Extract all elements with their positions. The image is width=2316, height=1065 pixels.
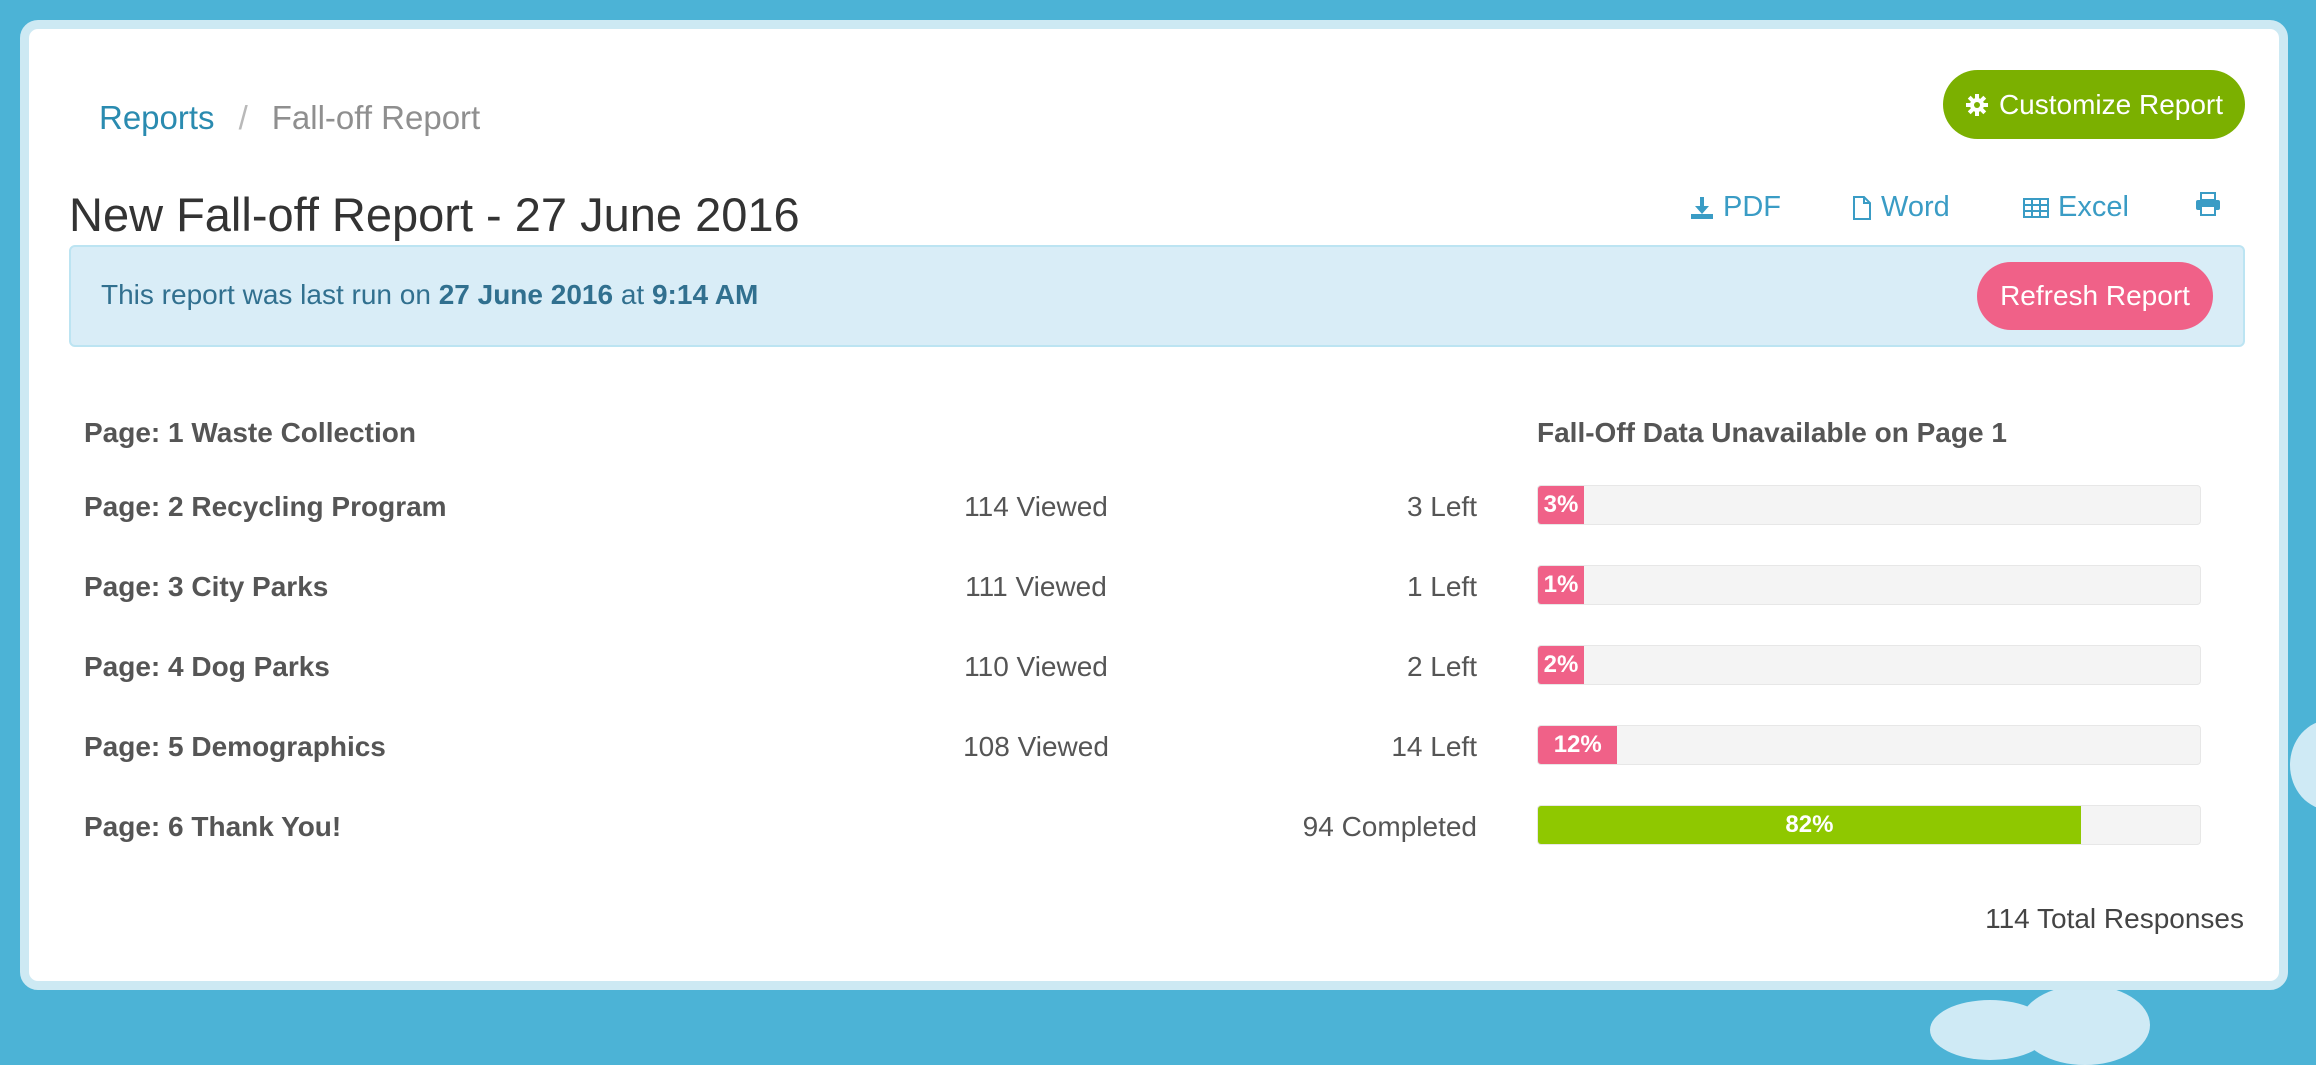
left-count: 2 Left <box>1406 651 1477 682</box>
falloff-bar: 2% <box>1537 645 2201 685</box>
falloff-bar-fill: 1% <box>1538 566 1584 604</box>
last-run-prefix: This report was last run on <box>101 279 431 310</box>
download-icon <box>1691 196 1713 219</box>
completion-bar-fill: 82% <box>1538 806 2081 844</box>
export-word-label: Word <box>1881 191 1950 223</box>
last-run-text: This report was last run on 27 June 2016… <box>101 279 758 311</box>
page-label: Page: 4 Dog Parks <box>84 651 330 682</box>
falloff-bar: 1% <box>1537 565 2201 605</box>
gear-icon <box>1965 93 1988 116</box>
document-icon <box>1853 195 1871 220</box>
background-cloud <box>2020 985 2150 1065</box>
falloff-bar: 3% <box>1537 485 2201 525</box>
breadcrumb-reports-link[interactable]: Reports <box>99 99 215 137</box>
breadcrumb: Reports / Fall-off Report <box>99 99 480 137</box>
last-run-date: 27 June 2016 <box>438 279 614 310</box>
falloff-bar-fill: 2% <box>1538 646 1584 684</box>
export-excel-label: Excel <box>2058 191 2129 223</box>
page-label: Page: 6 Thank You! <box>84 811 342 842</box>
report-card: Reports / Fall-off Report Customize Repo… <box>20 20 2288 990</box>
left-count: 1 Left <box>1406 571 1477 602</box>
unavailable-note: Fall-Off Data Unavailable on Page 1 <box>1537 417 2007 448</box>
export-pdf-link[interactable]: PDF <box>1689 191 1781 224</box>
export-word-link[interactable]: Word <box>1851 191 1950 224</box>
customize-report-button[interactable]: Customize Report <box>1943 70 2245 139</box>
refresh-report-button[interactable]: Refresh Report <box>1977 262 2213 330</box>
falloff-bar: 12% <box>1537 725 2201 765</box>
print-button[interactable] <box>2194 191 2230 217</box>
print-icon <box>2196 192 2220 216</box>
customize-report-label: Customize Report <box>1998 88 2224 120</box>
page-row-6: Page: 6 Thank You! 94 Completed 82% <box>29 805 2279 849</box>
page-row-1: Page: 1 Waste Collection Fall-Off Data U… <box>29 411 2279 455</box>
page-label: Page: 2 Recycling Program <box>84 491 447 522</box>
breadcrumb-separator: / <box>238 99 248 136</box>
page-row-4: Page: 4 Dog Parks 110 Viewed 2 Left 2% <box>29 645 2279 689</box>
export-excel-link[interactable]: Excel <box>2022 191 2129 224</box>
page-row-5: Page: 5 Demographics 108 Viewed 14 Left … <box>29 725 2279 769</box>
viewed-count: 111 Viewed <box>965 571 1107 602</box>
page-label: Page: 3 City Parks <box>84 571 329 602</box>
falloff-bar-fill: 3% <box>1538 486 1584 524</box>
completion-bar: 82% <box>1537 805 2201 845</box>
left-count: 14 Left <box>1391 731 1477 762</box>
breadcrumb-current: Fall-off Report <box>271 99 481 136</box>
falloff-bar-fill: 12% <box>1538 726 1618 764</box>
export-toolbar: PDF Word Excel <box>29 191 2279 231</box>
left-count: 3 Left <box>1406 491 1477 522</box>
viewed-count: 114 Viewed <box>964 491 1108 522</box>
page-row-2: Page: 2 Recycling Program 114 Viewed 3 L… <box>29 485 2279 529</box>
last-run-time: 9:14 AM <box>651 279 759 310</box>
total-responses: 114 Total Responses <box>1985 903 2244 934</box>
viewed-count: 108 Viewed <box>963 731 1109 762</box>
page-row-3: Page: 3 City Parks 111 Viewed 1 Left 1% <box>29 565 2279 609</box>
table-icon <box>2023 197 2049 218</box>
page-label: Page: 1 Waste Collection <box>84 417 416 448</box>
last-run-alert: This report was last run on 27 June 2016… <box>69 245 2245 347</box>
page-label: Page: 5 Demographics <box>84 731 386 762</box>
background-cloud <box>2290 720 2316 810</box>
completed-count: 94 Completed <box>1302 811 1477 842</box>
export-pdf-label: PDF <box>1723 191 1781 223</box>
last-run-middle: at <box>620 279 645 310</box>
viewed-count: 110 Viewed <box>964 651 1108 682</box>
